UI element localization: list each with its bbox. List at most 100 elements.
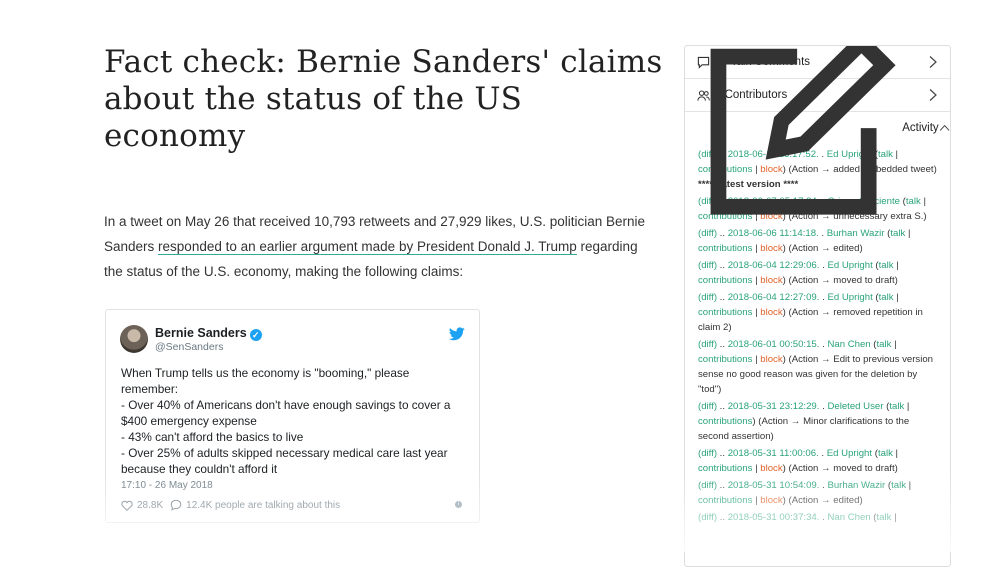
contributions-link[interactable]: contributions — [698, 416, 752, 427]
activity-header[interactable]: Activity — [685, 46, 950, 215]
article-intro: In a tweet on May 26 that received 10,79… — [104, 209, 652, 284]
action-text: (Action → moved to draft) — [788, 275, 898, 286]
timestamp-link[interactable]: 2018-05-31 23:12:29. — [728, 401, 820, 412]
talk-link[interactable]: talk — [877, 512, 892, 523]
timestamp-link[interactable]: 2018-05-31 11:00:06. — [728, 448, 819, 459]
separator: .. — [717, 512, 728, 523]
user-link[interactable]: Ed Upright — [827, 448, 872, 459]
tweet-timestamp[interactable]: 17:10 - 26 May 2018 — [121, 480, 213, 491]
talk-link[interactable]: talk — [891, 480, 906, 491]
tweet-author-name[interactable]: Bernie Sanders — [155, 326, 247, 340]
separator: | — [892, 448, 899, 459]
separator: . — [818, 448, 827, 459]
separator: | — [893, 292, 899, 303]
contributions-link[interactable]: contributions — [698, 307, 752, 318]
activity-entry: (diff) .. 2018-05-31 23:12:29. . Deleted… — [698, 399, 940, 444]
speech-bubble-icon[interactable] — [170, 499, 182, 511]
talk-link[interactable]: talk — [906, 196, 921, 207]
heart-icon[interactable] — [121, 500, 133, 511]
tweet-handle[interactable]: @SenSanders — [155, 341, 223, 353]
talk-link[interactable]: talk — [889, 401, 904, 412]
separator: .. — [717, 448, 728, 459]
activity-entry: (diff) .. 2018-06-04 12:27:09. . Ed Upri… — [698, 290, 940, 335]
separator: | — [891, 512, 897, 523]
sidebar-panel: 27 Talk Comments 9 Contributors Activity… — [684, 45, 951, 567]
separator: .. — [717, 339, 728, 350]
talking-count[interactable]: 12.4K people are talking about this — [186, 500, 340, 511]
timestamp-link[interactable]: 2018-06-01 00:50:15. — [728, 339, 820, 350]
block-link[interactable]: block — [760, 463, 782, 474]
timestamp-link[interactable]: 2018-06-06 11:14:18. — [728, 228, 819, 239]
activity-entry: (diff) .. 2018-06-06 11:14:18. . Burhan … — [698, 226, 940, 256]
user-link[interactable]: Nan Chen — [827, 339, 870, 350]
talk-link[interactable]: talk — [879, 260, 894, 271]
activity-entry: (diff) .. 2018-05-31 10:54:09. . Burhan … — [698, 478, 940, 508]
contributions-link[interactable]: contributions — [698, 495, 752, 506]
separator: .. — [717, 401, 728, 412]
diff-link[interactable]: (diff) — [698, 228, 717, 239]
contributions-link[interactable]: contributions — [698, 354, 752, 365]
chevron-up-icon[interactable] — [939, 123, 950, 133]
block-link[interactable]: block — [760, 495, 782, 506]
talk-link[interactable]: talk — [877, 339, 892, 350]
chevron-right-icon[interactable] — [928, 88, 938, 102]
separator: . — [818, 228, 827, 239]
timestamp-link[interactable]: 2018-06-04 12:27:09. — [728, 292, 820, 303]
block-link[interactable]: block — [760, 275, 782, 286]
chevron-right-icon[interactable] — [928, 55, 938, 69]
block-link[interactable]: block — [760, 307, 782, 318]
separator: | — [906, 480, 912, 491]
activity-entry: (diff) .. 2018-05-31 11:00:06. . Ed Upri… — [698, 446, 940, 476]
activity-label: Activity — [902, 122, 939, 134]
diff-link[interactable]: (diff) — [698, 260, 717, 271]
talk-link[interactable]: talk — [890, 228, 905, 239]
twitter-bird-icon[interactable] — [449, 327, 465, 341]
timestamp-link[interactable]: 2018-05-31 10:54:09. — [728, 480, 820, 491]
info-icon[interactable]: i — [455, 501, 462, 508]
user-link[interactable]: Nan Chen — [827, 512, 870, 523]
like-count[interactable]: 28.8K — [137, 500, 163, 511]
intro-link[interactable]: responded to an earlier argument made by… — [158, 239, 577, 255]
tweet-text: When Trump tells us the economy is "boom… — [121, 366, 451, 476]
separator: .. — [717, 292, 728, 303]
separator: | — [905, 228, 911, 239]
separator: | — [920, 196, 926, 207]
tweet-actions: 28.8K 12.4K people are talking about thi… — [121, 499, 340, 511]
activity-entry: (diff) .. 2018-06-04 12:29:06. . Ed Upri… — [698, 258, 940, 288]
separator: | — [893, 260, 899, 271]
tweet-author[interactable]: Bernie Sanders ✓ — [155, 326, 262, 341]
contributions-link[interactable]: contributions — [698, 275, 752, 286]
diff-link[interactable]: (diff) — [698, 339, 717, 350]
separator: .. — [717, 480, 728, 491]
diff-link[interactable]: (diff) — [698, 512, 717, 523]
action-text: (Action → edited) — [788, 243, 863, 254]
diff-link[interactable]: (diff) — [698, 448, 717, 459]
activity-entry: (diff) .. 2018-06-01 00:50:15. . Nan Che… — [698, 337, 940, 397]
separator: .. — [717, 260, 728, 271]
diff-link[interactable]: (diff) — [698, 292, 717, 303]
verified-icon: ✓ — [249, 329, 262, 341]
contributions-link[interactable]: contributions — [698, 243, 752, 254]
talk-link[interactable]: talk — [879, 292, 894, 303]
block-link[interactable]: block — [760, 354, 782, 365]
activity-entry: (diff) .. 2018-05-31 00:37:34. . Nan Che… — [698, 510, 940, 525]
article-title: Fact check: Bernie Sanders' claims about… — [104, 44, 663, 154]
edit-icon — [710, 46, 896, 215]
user-link[interactable]: Ed Upright — [827, 260, 872, 271]
block-link[interactable]: block — [760, 243, 782, 254]
action-text: (Action → edited) — [788, 495, 863, 506]
timestamp-link[interactable]: 2018-05-31 00:37:34. — [728, 512, 820, 523]
embedded-tweet[interactable]: Bernie Sanders ✓ @SenSanders When Trump t… — [105, 309, 480, 523]
user-link[interactable]: Burhan Wazir — [827, 228, 885, 239]
talk-link[interactable]: talk — [878, 448, 893, 459]
contributions-link[interactable]: contributions — [698, 463, 752, 474]
user-link[interactable]: Deleted User — [827, 401, 883, 412]
user-link[interactable]: Ed Upright — [827, 292, 872, 303]
timestamp-link[interactable]: 2018-06-04 12:29:06. — [728, 260, 820, 271]
diff-link[interactable]: (diff) — [698, 480, 717, 491]
separator: | — [891, 339, 897, 350]
separator: .. — [717, 228, 728, 239]
diff-link[interactable]: (diff) — [698, 401, 717, 412]
user-link[interactable]: Burhan Wazir — [827, 480, 885, 491]
avatar[interactable] — [120, 325, 148, 353]
